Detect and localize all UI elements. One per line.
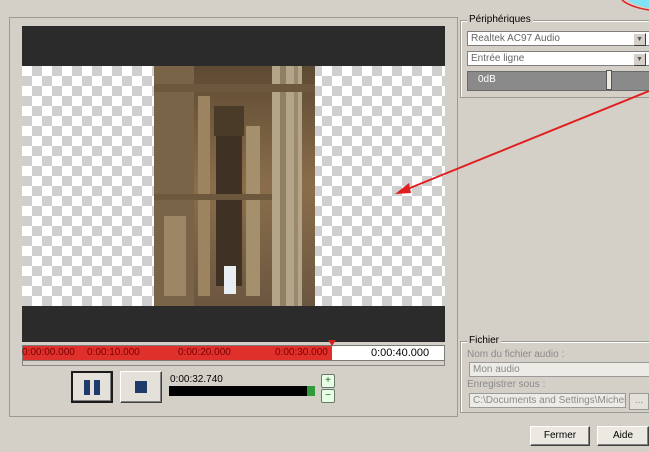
volume-slider[interactable]: 0dB bbox=[467, 71, 649, 91]
level-peak-indicator bbox=[307, 386, 315, 396]
timeline-label-20: 0:00:20.000 bbox=[178, 347, 231, 358]
timeline-label-40: 0:00:40.000 bbox=[371, 347, 430, 359]
input-source-select[interactable]: Entrée ligne ▼ bbox=[467, 51, 649, 66]
stop-button[interactable] bbox=[120, 371, 162, 403]
save-as-label: Enregistrer sous : bbox=[467, 379, 546, 390]
audio-device-value: Realtek AC97 Audio bbox=[471, 33, 560, 44]
pause-icon bbox=[84, 380, 90, 395]
file-group-title: Fichier bbox=[467, 335, 502, 346]
annotation-callout-fill bbox=[628, 0, 649, 8]
video-frame-image bbox=[154, 66, 315, 306]
video-letterbox-top bbox=[22, 26, 445, 66]
devices-group-title: Périphériques bbox=[467, 14, 533, 25]
timeline-label-10: 0:00:10.000 bbox=[87, 347, 140, 358]
input-source-value: Entrée ligne bbox=[471, 53, 525, 64]
timeline-label-0: 0:00:00.000 bbox=[22, 347, 75, 358]
zoom-out-icon[interactable]: − bbox=[321, 389, 335, 403]
chevron-down-icon[interactable]: ▼ bbox=[633, 53, 646, 66]
close-button[interactable]: Fermer bbox=[530, 426, 590, 446]
timeline-ruler bbox=[22, 361, 445, 366]
stop-icon bbox=[135, 381, 147, 393]
save-as-path-field[interactable]: C:\Documents and Settings\Michel P bbox=[469, 393, 626, 408]
video-letterbox-bottom bbox=[22, 306, 445, 342]
playhead-marker[interactable] bbox=[328, 340, 336, 346]
volume-label: 0dB bbox=[478, 74, 496, 85]
chevron-down-icon[interactable]: ▼ bbox=[633, 33, 646, 46]
zoom-in-icon[interactable]: + bbox=[321, 374, 335, 388]
pause-button[interactable] bbox=[71, 371, 113, 403]
timeline-scrubber[interactable]: 0:00:00.000 0:00:10.000 0:00:20.000 0:00… bbox=[22, 340, 445, 361]
browse-button[interactable]: ... bbox=[629, 393, 649, 410]
audio-level-meter bbox=[169, 386, 315, 396]
annotation-callout-edge bbox=[621, 0, 649, 11]
current-time-readout: 0:00:32.740 bbox=[170, 374, 223, 385]
audio-device-select[interactable]: Realtek AC97 Audio ▼ bbox=[467, 31, 649, 46]
help-button[interactable]: Aide bbox=[597, 426, 649, 446]
file-name-field[interactable]: Mon audio bbox=[469, 362, 649, 377]
timeline-label-30: 0:00:30.000 bbox=[275, 347, 328, 358]
file-name-label: Nom du fichier audio : bbox=[467, 349, 565, 360]
volume-slider-thumb[interactable] bbox=[606, 70, 612, 90]
